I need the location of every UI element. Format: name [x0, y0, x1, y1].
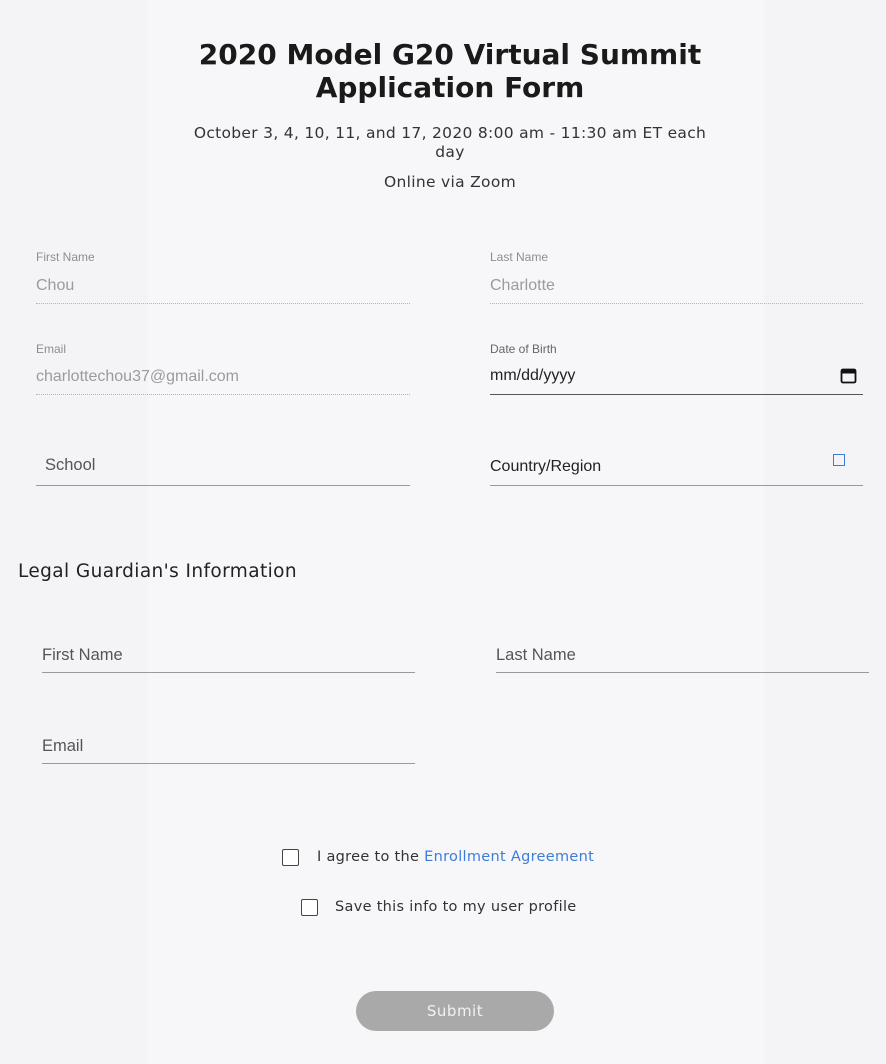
guardian-last-name-field[interactable]: Last Name — [496, 646, 576, 665]
agree-text: I agree to the Enrollment Agreement — [317, 849, 594, 865]
dob-label: Date of Birth — [490, 342, 557, 356]
enrollment-agreement-link[interactable]: Enrollment Agreement — [424, 849, 594, 865]
email-label: Email — [36, 342, 67, 356]
guardian-email-underline — [42, 763, 415, 764]
calendar-icon[interactable] — [840, 367, 857, 384]
guardian-email-field[interactable]: Email — [42, 737, 83, 756]
country-underline — [490, 485, 863, 486]
event-dates-line2: day — [435, 143, 465, 161]
last-name-underline — [490, 303, 863, 304]
email-field[interactable]: charlottechou37@gmail.com — [36, 368, 239, 386]
first-name-underline — [36, 303, 410, 304]
school-underline — [36, 485, 410, 486]
last-name-label: Last Name — [490, 250, 549, 264]
save-profile-label: Save this info to my user profile — [335, 899, 577, 915]
guardian-first-name-underline — [42, 672, 415, 673]
last-name-field[interactable]: Charlotte — [490, 277, 555, 295]
guardian-section-heading: Legal Guardian's Information — [18, 561, 297, 582]
agree-checkbox[interactable] — [282, 849, 299, 866]
save-profile-checkbox[interactable] — [301, 899, 318, 916]
submit-button[interactable]: Submit — [356, 991, 554, 1031]
form-title-line1: 2020 Model G20 Virtual Summit — [198, 38, 702, 71]
school-field[interactable]: School — [45, 456, 95, 475]
country-region-select[interactable]: Country/Region — [490, 458, 601, 476]
first-name-field[interactable]: Chou — [36, 277, 74, 295]
event-dates-line1: October 3, 4, 10, 11, and 17, 2020 8:00 … — [193, 124, 707, 142]
guardian-first-name-field[interactable]: First Name — [42, 646, 123, 665]
email-underline — [36, 394, 410, 395]
form-title-line2: Application Form — [315, 71, 585, 104]
first-name-label: First Name — [36, 250, 95, 264]
agree-prefix: I agree to the — [317, 849, 425, 865]
guardian-last-name-underline — [496, 672, 869, 673]
dob-field[interactable]: mm/dd/yyyy — [490, 367, 575, 385]
dob-underline — [490, 394, 863, 395]
dropdown-icon[interactable] — [833, 454, 845, 466]
event-location: Online via Zoom — [383, 173, 516, 191]
